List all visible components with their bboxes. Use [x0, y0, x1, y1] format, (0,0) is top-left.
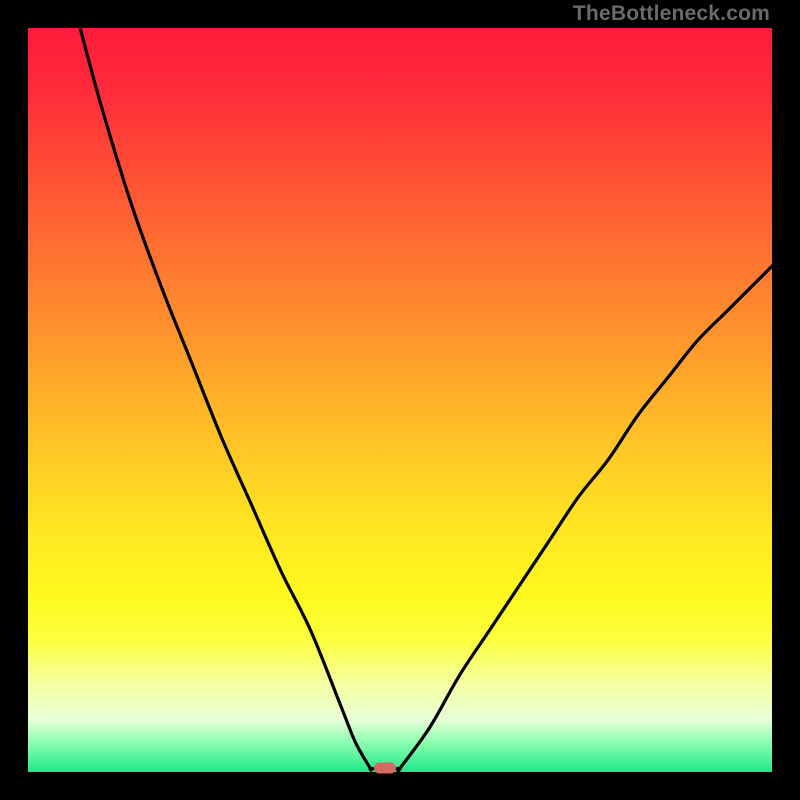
- plot-area: [28, 28, 772, 772]
- chart-frame: TheBottleneck.com: [0, 0, 800, 800]
- bottleneck-curve: [28, 28, 772, 772]
- optimum-marker: [374, 763, 396, 774]
- watermark-text: TheBottleneck.com: [573, 2, 770, 26]
